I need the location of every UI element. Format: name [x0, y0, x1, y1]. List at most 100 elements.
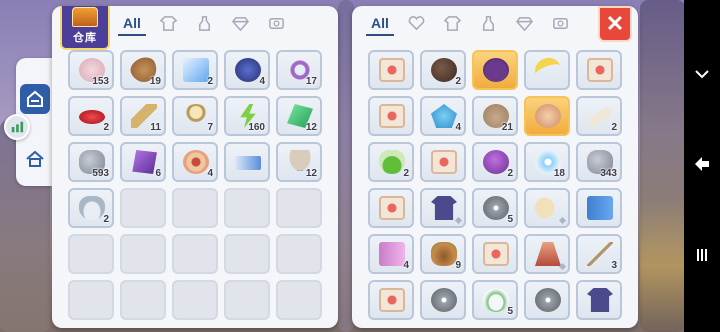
cookie-item-icon	[431, 58, 457, 82]
tab-favorites[interactable]	[398, 8, 434, 38]
item-slot[interactable]: 6	[120, 142, 166, 182]
item-slot[interactable]	[576, 188, 622, 228]
item-slot[interactable]: 4	[172, 142, 218, 182]
empty-slot	[276, 280, 322, 320]
item-quantity: 12	[305, 122, 317, 133]
item-quantity: 2	[103, 122, 109, 133]
item-quantity: 593	[92, 168, 109, 179]
item-slot[interactable]: 2	[68, 188, 114, 228]
item-slot[interactable]: 18	[524, 142, 570, 182]
disc-item-icon	[431, 288, 457, 312]
bag-panel: All ✕ 2 4 21 2 2 2 18 343 5 4 9 3 5	[352, 6, 638, 328]
tab-equipment[interactable]	[150, 8, 186, 38]
item-quantity: 2	[103, 214, 109, 225]
home-tab-button[interactable]	[20, 84, 50, 114]
item-slot[interactable]: 3	[576, 234, 622, 274]
scroll-item-icon	[379, 196, 405, 220]
home-icon	[27, 90, 43, 107]
item-slot[interactable]: 4	[368, 234, 414, 274]
card-icon	[552, 17, 568, 29]
disc-item-icon	[535, 288, 561, 312]
sparkle-icon	[558, 216, 567, 225]
item-slot[interactable]: 12	[276, 96, 322, 136]
crystal-item-icon	[431, 104, 457, 128]
item-slot[interactable]	[524, 188, 570, 228]
tab-all[interactable]: All	[362, 8, 398, 38]
food-item-icon	[431, 242, 457, 266]
tab-cards[interactable]	[258, 8, 294, 38]
item-quantity: 153	[92, 76, 109, 87]
tab-cards[interactable]	[542, 8, 578, 38]
item-slot[interactable]	[524, 96, 570, 136]
sparkle-icon	[558, 262, 567, 271]
item-slot[interactable]	[420, 188, 466, 228]
item-slot[interactable]: 19	[120, 50, 166, 90]
item-slot[interactable]: 593	[68, 142, 114, 182]
item-slot[interactable]	[368, 50, 414, 90]
tab-all[interactable]: All	[114, 8, 150, 38]
background-scenery-right	[640, 0, 685, 332]
item-slot[interactable]	[472, 234, 518, 274]
item-slot[interactable]: 2	[472, 142, 518, 182]
item-slot[interactable]	[524, 50, 570, 90]
item-slot[interactable]: 153	[68, 50, 114, 90]
item-slot[interactable]	[576, 50, 622, 90]
cap-item-icon	[483, 288, 509, 312]
house-tab-button[interactable]	[20, 144, 50, 174]
tab-consumables[interactable]	[186, 8, 222, 38]
item-slot[interactable]	[368, 96, 414, 136]
close-button[interactable]: ✕	[598, 6, 632, 42]
empty-slot	[224, 280, 270, 320]
tab-equipment[interactable]	[434, 8, 470, 38]
item-slot[interactable]: 343	[576, 142, 622, 182]
bag-tabs: All	[362, 6, 578, 40]
item-slot[interactable]: 2	[420, 50, 466, 90]
item-slot[interactable]: 2	[68, 96, 114, 136]
item-slot[interactable]	[368, 188, 414, 228]
item-slot[interactable]	[524, 280, 570, 320]
item-slot[interactable]: 5	[472, 280, 518, 320]
item-slot[interactable]: 2	[172, 50, 218, 90]
shirt-item-icon	[587, 288, 613, 312]
item-slot[interactable]: 21	[472, 96, 518, 136]
back-icon	[695, 157, 709, 172]
item-slot[interactable]	[524, 234, 570, 274]
item-slot[interactable]: 4	[420, 96, 466, 136]
item-slot[interactable]: 4	[224, 50, 270, 90]
item-slot[interactable]: 12	[276, 142, 322, 182]
empty-slot	[68, 280, 114, 320]
bottle-icon	[482, 15, 494, 31]
rod-item-icon	[587, 242, 613, 266]
nav-collapse-button[interactable]	[690, 64, 714, 87]
banana-item-icon	[531, 54, 565, 86]
empty-slot	[172, 188, 218, 228]
item-slot[interactable]: 17	[276, 50, 322, 90]
item-slot[interactable]: 7	[172, 96, 218, 136]
house-icon	[26, 150, 44, 167]
item-slot[interactable]: 11	[120, 96, 166, 136]
tab-consumables[interactable]	[470, 8, 506, 38]
tab-materials[interactable]	[506, 8, 542, 38]
nav-menu-button[interactable]	[690, 245, 714, 268]
nav-back-button[interactable]	[690, 154, 714, 177]
empty-slot	[68, 234, 114, 274]
item-slot[interactable]	[472, 50, 518, 90]
system-nav-bar	[684, 0, 720, 332]
item-slot[interactable]	[420, 142, 466, 182]
empty-slot	[120, 280, 166, 320]
eye-item-icon	[183, 150, 209, 174]
ticket-item-icon	[235, 156, 261, 170]
shirt-icon	[159, 15, 177, 31]
item-slot[interactable]: 5	[472, 188, 518, 228]
item-slot[interactable]: 2	[368, 142, 414, 182]
item-quantity: 5	[507, 306, 513, 317]
item-slot[interactable]: 160	[224, 96, 270, 136]
tab-materials[interactable]	[222, 8, 258, 38]
item-slot[interactable]	[368, 280, 414, 320]
item-slot[interactable]	[576, 280, 622, 320]
item-slot[interactable]: 2	[576, 96, 622, 136]
item-slot[interactable]: 9	[420, 234, 466, 274]
item-slot[interactable]	[420, 280, 466, 320]
stats-button[interactable]	[4, 114, 30, 140]
item-slot[interactable]	[224, 142, 270, 182]
